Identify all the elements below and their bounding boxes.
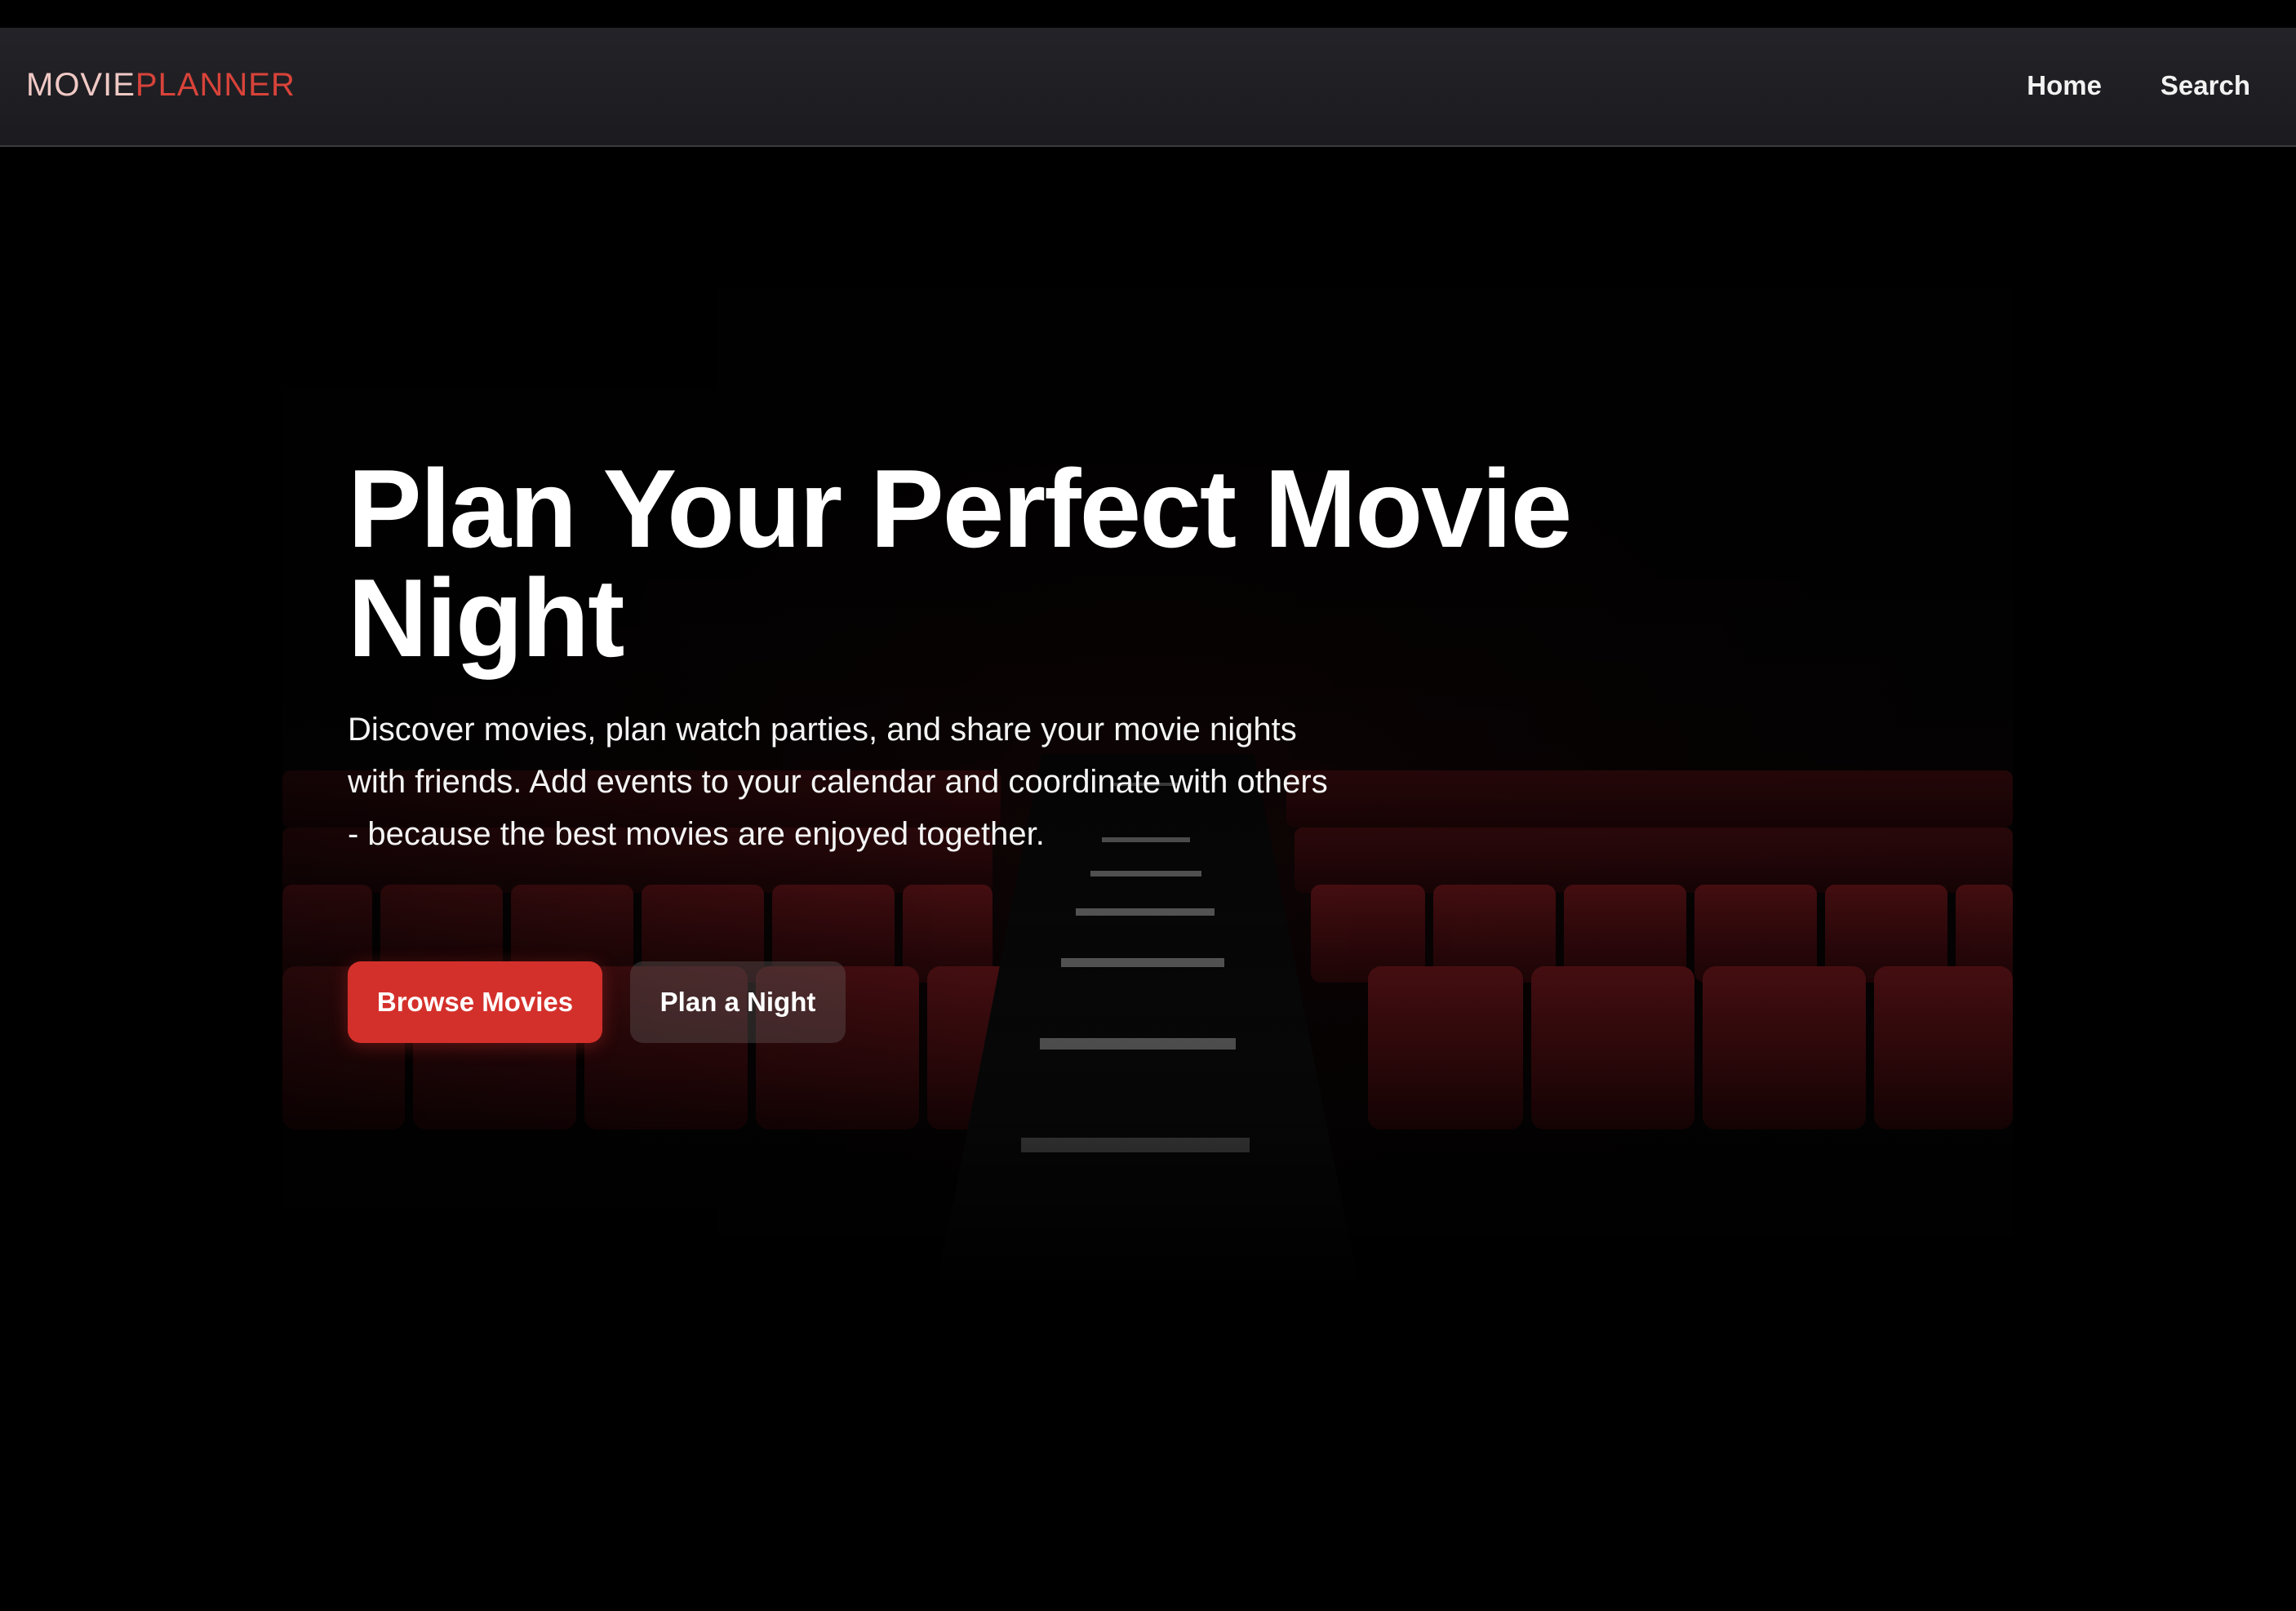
logo-word-movie: MOVIE: [26, 67, 135, 103]
plan-a-night-button[interactable]: Plan a Night: [630, 961, 846, 1043]
nav-link-home[interactable]: Home: [2027, 72, 2102, 99]
app-logo[interactable]: MOVIEPLANNER: [26, 69, 295, 101]
hero-title: Plan Your Perfect Movie Night: [348, 446, 1572, 680]
hero-content: Plan Your Perfect Movie Night Discover m…: [348, 446, 1572, 860]
browse-movies-button[interactable]: Browse Movies: [348, 961, 602, 1043]
hero-actions: Browse Movies Plan a Night: [348, 961, 846, 1043]
hero-description: Discover movies, plan watch parties, and…: [348, 712, 1328, 852]
window-top-strip: [0, 0, 2296, 28]
logo-word-planner: PLANNER: [135, 67, 295, 103]
nav-link-search[interactable]: Search: [2161, 72, 2250, 99]
navbar: MOVIEPLANNER Home Search: [0, 28, 2296, 147]
nav-links: Home Search: [2027, 72, 2250, 99]
